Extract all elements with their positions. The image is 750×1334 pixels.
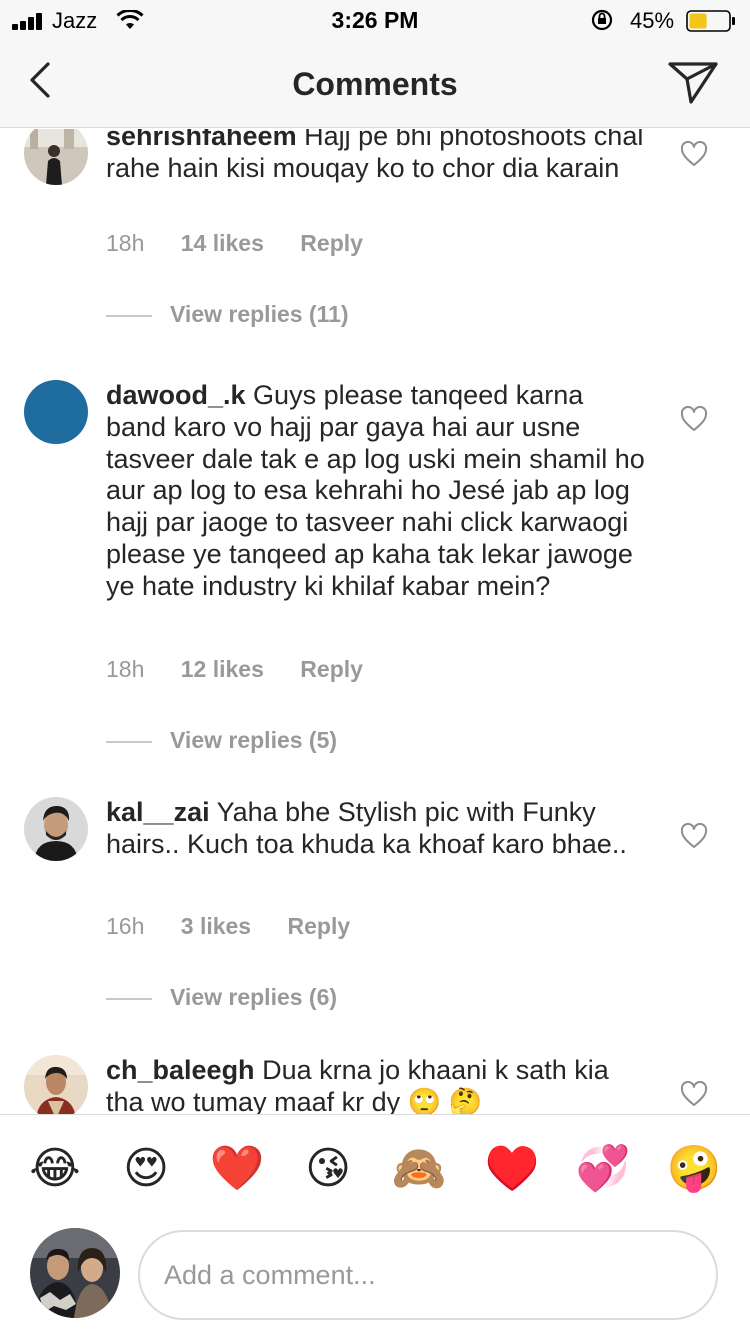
replies-divider	[106, 741, 152, 743]
red-heart-emoji-icon[interactable]: ❤️	[207, 1143, 267, 1195]
avatar[interactable]	[24, 1055, 88, 1114]
rotation-lock-icon	[591, 9, 613, 31]
view-replies-label[interactable]: View replies (6)	[170, 984, 337, 1011]
comment-text: ch_baleegh Dua krna jo khaani k sath kia…	[106, 1055, 646, 1114]
comment-list[interactable]: sehrishfaheem Hajj pe bhi photoshoots ch…	[0, 129, 750, 1114]
comment-text: kal__zai Yaha bhe Stylish pic with Funky…	[106, 797, 646, 861]
tears-of-joy-emoji-icon[interactable]: 😂	[25, 1143, 85, 1195]
comment-time: 18h	[106, 656, 145, 682]
view-replies-label[interactable]: View replies (5)	[170, 727, 337, 754]
avatar[interactable]	[24, 380, 88, 444]
comment-likes[interactable]: 14 likes	[181, 230, 264, 257]
avatar[interactable]	[24, 129, 88, 185]
comments-screen: Jazz 3:26 PM 45% Comments sehrishfaheem …	[0, 0, 750, 1334]
comment-username[interactable]: ch_baleegh	[106, 1055, 255, 1085]
comment-meta: 18h 14 likes Reply	[106, 230, 363, 257]
comment-likes[interactable]: 12 likes	[181, 656, 264, 683]
comment-meta: 16h 3 likes Reply	[106, 913, 350, 940]
like-heart-icon[interactable]	[680, 406, 708, 432]
heart-eyes-emoji-icon[interactable]: 😍	[116, 1143, 176, 1195]
kiss-face-emoji-icon[interactable]: 😘	[298, 1143, 358, 1195]
view-replies-button[interactable]: View replies (6)	[106, 984, 506, 1014]
comment-username[interactable]: sehrishfaheem	[106, 129, 297, 151]
see-no-evil-monkey-emoji-icon[interactable]: 🙈	[389, 1143, 449, 1195]
view-replies-button[interactable]: View replies (5)	[106, 727, 506, 757]
page-title: Comments	[292, 66, 458, 102]
avatar[interactable]	[24, 797, 88, 861]
like-heart-icon[interactable]	[680, 1081, 708, 1107]
comment-time: 18h	[106, 230, 145, 256]
comment-time: 16h	[106, 913, 145, 939]
revolving-hearts-emoji-icon[interactable]: 💞	[573, 1143, 633, 1195]
view-replies-label[interactable]: View replies (11)	[170, 301, 349, 328]
comment-text: sehrishfaheem Hajj pe bhi photoshoots ch…	[106, 129, 646, 185]
comment-username[interactable]: dawood_.k	[106, 380, 246, 410]
comment-text: dawood_.k Guys please tanqeed karna band…	[106, 380, 646, 603]
comment-meta: 18h 12 likes Reply	[106, 656, 363, 683]
reply-button[interactable]: Reply	[300, 656, 363, 683]
comment-body: Guys please tanqeed karna band karo vo h…	[106, 380, 645, 601]
view-replies-button[interactable]: View replies (11)	[106, 301, 506, 331]
comment-likes[interactable]: 3 likes	[181, 913, 251, 940]
emoji-quick-bar: 😂 😍 ❤️ 😘 🙈 ♥️ 💞 🤪	[0, 1114, 750, 1220]
battery-percent: 45%	[630, 8, 675, 33]
like-heart-icon[interactable]	[680, 823, 708, 849]
paper-plane-icon[interactable]	[664, 56, 722, 108]
navigation-bar: Comments	[0, 40, 750, 128]
current-user-avatar	[30, 1228, 120, 1318]
comment-compose-bar	[0, 1220, 750, 1334]
heart-suit-emoji-icon[interactable]: ♥️	[482, 1143, 542, 1195]
reply-button[interactable]: Reply	[300, 230, 363, 257]
zany-face-emoji-icon[interactable]: 🤪	[664, 1143, 724, 1195]
replies-divider	[106, 998, 152, 1000]
status-bar: Jazz 3:26 PM 45%	[0, 0, 750, 40]
add-comment-input[interactable]	[138, 1230, 718, 1320]
comment-username[interactable]: kal__zai	[106, 797, 210, 827]
replies-divider	[106, 315, 152, 317]
reply-button[interactable]: Reply	[288, 913, 351, 940]
like-heart-icon[interactable]	[680, 141, 708, 167]
battery-icon	[686, 10, 735, 32]
